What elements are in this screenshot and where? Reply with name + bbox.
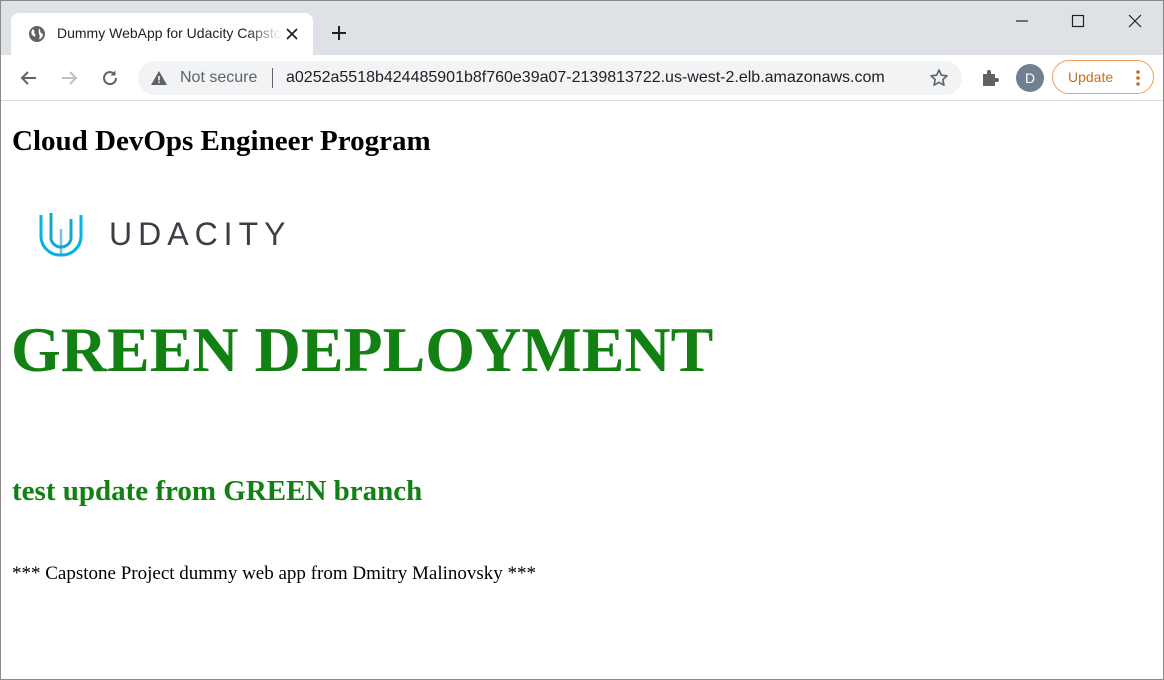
browser-window: Dummy WebApp for Udacity Capstone Not se…	[0, 0, 1164, 680]
forward-arrow-icon[interactable]	[55, 64, 83, 92]
udacity-logo: UDACITY	[37, 209, 327, 263]
warning-icon[interactable]	[150, 69, 168, 87]
plus-icon[interactable]	[327, 21, 351, 45]
security-label[interactable]: Not secure	[180, 69, 257, 87]
tab-active[interactable]: Dummy WebApp for Udacity Capstone	[11, 13, 313, 55]
close-icon[interactable]	[283, 25, 301, 43]
maximize-icon[interactable]	[1050, 1, 1106, 41]
update-label: Update	[1068, 69, 1114, 85]
star-icon[interactable]	[929, 68, 949, 88]
page-heading: Cloud DevOps Engineer Program	[12, 125, 431, 157]
address-bar[interactable]: Not secure a0252a5518b424485901b8f760e39…	[138, 61, 962, 95]
deployment-title: GREEN DEPLOYMENT	[11, 314, 714, 385]
reload-icon[interactable]	[96, 64, 124, 92]
footer-text: *** Capstone Project dummy web app from …	[12, 563, 537, 584]
tab-strip: Dummy WebApp for Udacity Capstone	[1, 1, 1163, 55]
tab-title: Dummy WebApp for Udacity Capstone	[57, 25, 281, 41]
udacity-logo-icon	[39, 213, 83, 257]
minimize-icon[interactable]	[994, 1, 1050, 41]
update-note: test update from GREEN branch	[12, 475, 423, 507]
url-text[interactable]: a0252a5518b424485901b8f760e39a07-2139813…	[286, 69, 916, 87]
globe-icon	[27, 24, 47, 44]
update-button[interactable]: Update	[1052, 60, 1154, 94]
more-vert-icon[interactable]	[1133, 69, 1143, 87]
page-content: Cloud DevOps Engineer Program UDACITY GR…	[1, 101, 1163, 679]
puzzle-icon[interactable]	[979, 67, 1001, 89]
back-arrow-icon[interactable]	[15, 64, 43, 92]
address-separator	[272, 68, 273, 88]
logo-wordmark: UDACITY	[109, 216, 291, 252]
browser-toolbar: Not secure a0252a5518b424485901b8f760e39…	[1, 55, 1163, 101]
avatar[interactable]: D	[1016, 64, 1044, 92]
window-close-icon[interactable]	[1107, 1, 1163, 41]
